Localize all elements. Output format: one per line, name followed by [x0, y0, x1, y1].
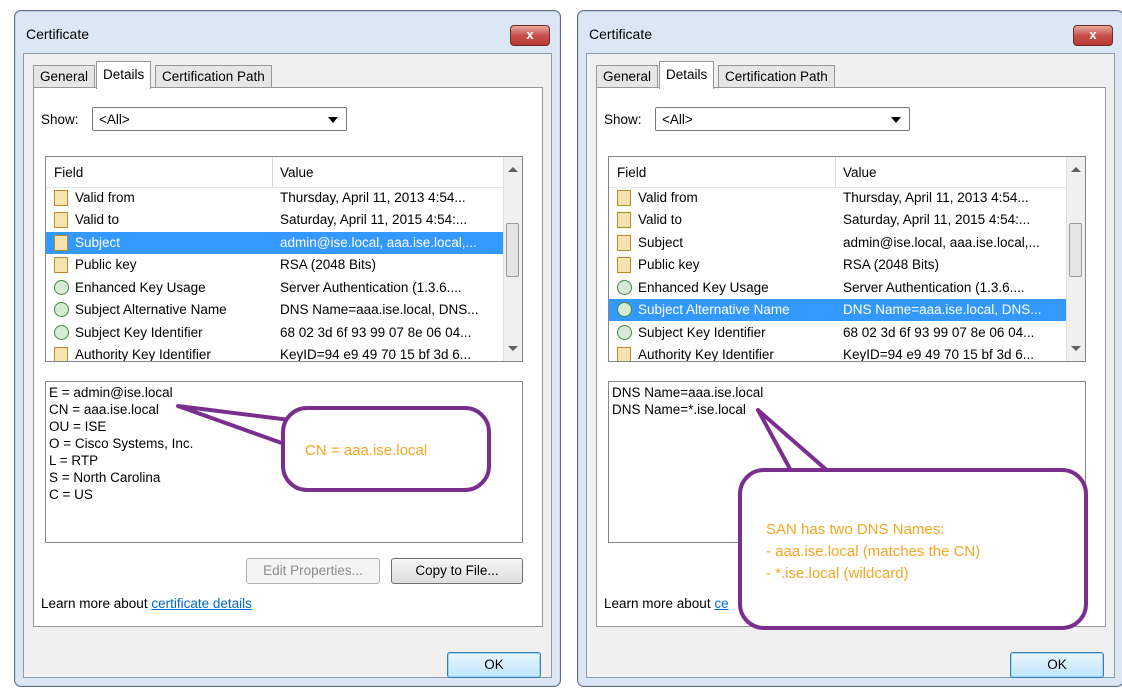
callout-cn: CN = aaa.ise.local [281, 406, 491, 492]
callout-san: SAN has two DNS Names: - aaa.ise.local (… [738, 468, 1088, 630]
callout-line: SAN has two DNS Names: [766, 521, 945, 538]
callout-line: - *.ise.local (wildcard) [766, 565, 909, 582]
callout-line: - aaa.ise.local (matches the CN) [766, 543, 981, 560]
callout-text: CN = aaa.ise.local [305, 442, 428, 459]
callout-text-block: SAN has two DNS Names: - aaa.ise.local (… [766, 519, 980, 585]
callout-pointer-left [176, 404, 292, 448]
